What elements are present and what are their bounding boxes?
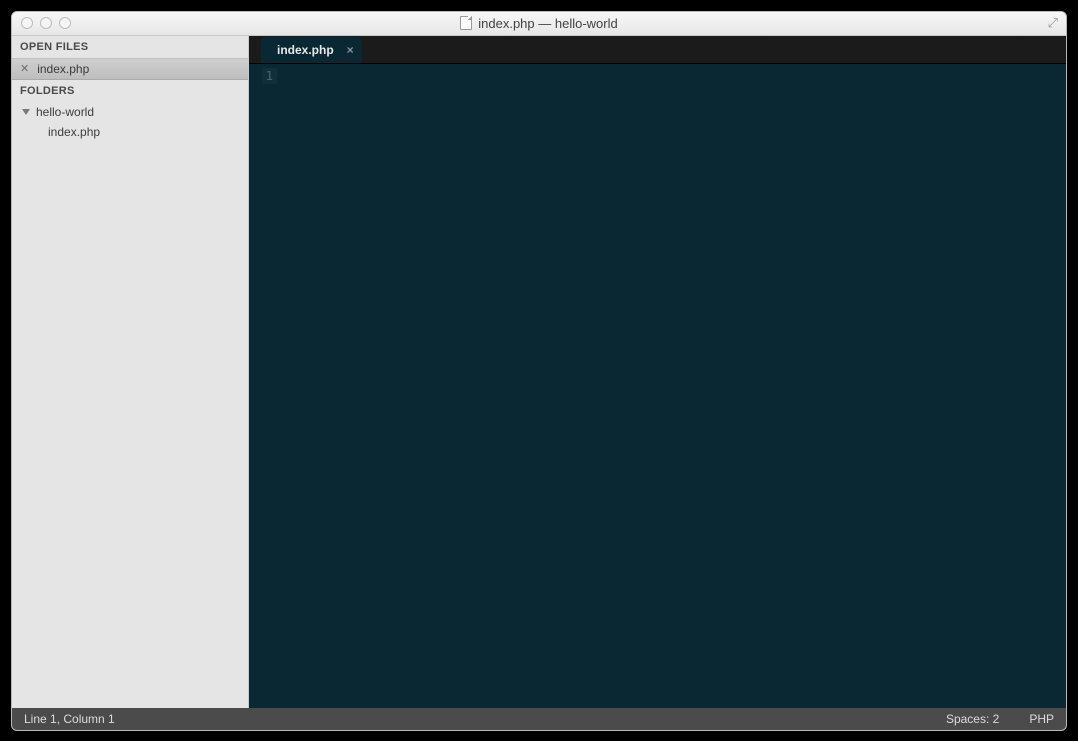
code-area[interactable] bbox=[285, 64, 1066, 708]
folders-header: FOLDERS bbox=[12, 80, 248, 102]
body-area: OPEN FILES ✕ index.php FOLDERS hello-wor… bbox=[12, 36, 1066, 708]
editor[interactable]: 1 bbox=[249, 64, 1066, 708]
close-tab-icon[interactable]: × bbox=[347, 43, 354, 57]
open-file-label: index.php bbox=[37, 62, 89, 76]
document-icon bbox=[460, 16, 472, 30]
window-title: index.php — hello-world bbox=[12, 16, 1066, 31]
disclosure-triangle-icon[interactable] bbox=[22, 109, 30, 115]
status-cursor[interactable]: Line 1, Column 1 bbox=[24, 712, 115, 726]
file-label: index.php bbox=[48, 125, 100, 139]
minimize-window-icon[interactable] bbox=[40, 17, 52, 29]
status-bar: Line 1, Column 1 Spaces: 2 PHP bbox=[12, 708, 1066, 730]
sidebar: OPEN FILES ✕ index.php FOLDERS hello-wor… bbox=[12, 36, 249, 708]
status-syntax[interactable]: PHP bbox=[1029, 712, 1054, 726]
folder-label: hello-world bbox=[36, 105, 94, 119]
tab-active[interactable]: index.php × bbox=[261, 37, 362, 63]
editor-panel: index.php × 1 bbox=[249, 36, 1066, 708]
window-controls bbox=[12, 17, 71, 29]
line-number: 1 bbox=[262, 68, 277, 84]
zoom-window-icon[interactable] bbox=[59, 17, 71, 29]
status-indent[interactable]: Spaces: 2 bbox=[946, 712, 999, 726]
file-item[interactable]: index.php bbox=[12, 122, 248, 142]
line-gutter: 1 bbox=[249, 64, 285, 708]
titlebar[interactable]: index.php — hello-world ⤢ bbox=[12, 12, 1066, 36]
open-files-header: OPEN FILES bbox=[12, 36, 248, 58]
close-file-icon[interactable]: ✕ bbox=[20, 62, 29, 75]
open-file-item[interactable]: ✕ index.php bbox=[12, 58, 248, 80]
fullscreen-icon[interactable]: ⤢ bbox=[1048, 15, 1066, 31]
app-window: index.php — hello-world ⤢ OPEN FILES ✕ i… bbox=[11, 11, 1067, 731]
window-title-text: index.php — hello-world bbox=[478, 16, 617, 31]
close-window-icon[interactable] bbox=[21, 17, 33, 29]
folder-item[interactable]: hello-world bbox=[12, 102, 248, 122]
tab-bar: index.php × bbox=[249, 36, 1066, 64]
tab-label: index.php bbox=[277, 43, 334, 57]
